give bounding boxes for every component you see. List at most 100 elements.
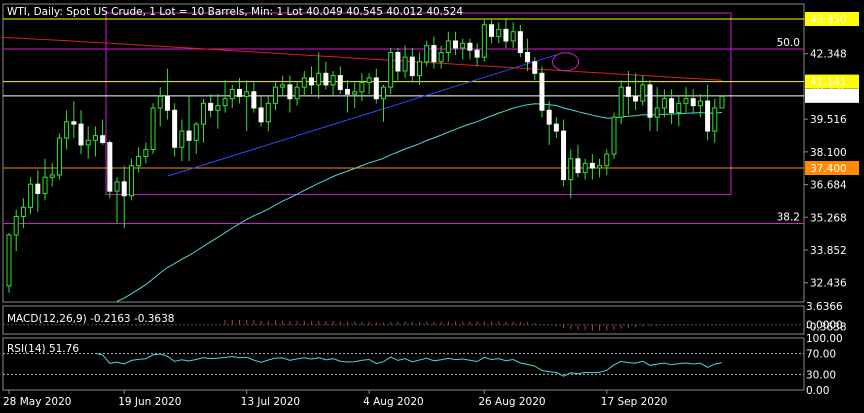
chart-window: 43.85042.34840.93239.51638.10036.68435.2… [0, 0, 864, 413]
candle [467, 38, 473, 60]
bear-candle-body [308, 77, 314, 86]
candle [6, 232, 12, 293]
candle [251, 82, 257, 113]
y-tick-label: 32.436 [810, 278, 847, 290]
candle [100, 119, 106, 145]
candle [445, 31, 451, 62]
candle [582, 158, 588, 180]
bear-candle-body [625, 86, 631, 97]
bull-candle-body [200, 102, 206, 125]
bull-candle-body [56, 137, 62, 176]
candle [503, 17, 509, 48]
bull-candle-body [640, 84, 646, 102]
bull-candle-body [352, 91, 358, 95]
bear-candle-body [525, 52, 531, 63]
candle [272, 82, 278, 111]
bull-candle-body [150, 107, 156, 151]
bull-candle-body [85, 139, 91, 146]
y-tick-label: 36.684 [810, 180, 847, 192]
bear-candle-body [208, 102, 214, 111]
bull-candle-body [114, 181, 120, 192]
bear-candle-body [589, 162, 595, 169]
candle [78, 110, 84, 155]
bull-candle-body [222, 98, 228, 107]
rsi-tick-label: 0.00 [806, 385, 829, 397]
x-tick-label: 26 Aug 2020 [478, 396, 545, 408]
candle [705, 84, 711, 141]
candle [604, 149, 610, 175]
candle [575, 144, 581, 178]
y-tick-label: 35.268 [810, 212, 847, 224]
x-tick-label: 17 Sep 2020 [601, 396, 668, 408]
candle [71, 101, 77, 138]
bull-candle-body [49, 174, 55, 178]
bull-candle-body [654, 107, 660, 118]
bear-candle-body [503, 28, 509, 42]
bear-candle-body [705, 100, 711, 132]
bear-candle-body [71, 121, 77, 125]
candle [308, 66, 314, 95]
candle [625, 70, 631, 115]
red-moving-average [2, 37, 723, 81]
bull-candle-body [128, 165, 134, 197]
bull-candle-body [481, 24, 487, 58]
candle [49, 163, 55, 187]
candle [114, 177, 120, 224]
candle [107, 140, 113, 199]
candle [431, 36, 437, 69]
bear-candle-body [395, 52, 401, 72]
candle [244, 80, 250, 132]
bear-candle-body [453, 40, 459, 49]
bull-candle-body [611, 116, 617, 155]
candle [453, 31, 459, 55]
candle [661, 89, 667, 118]
bear-candle-body [323, 72, 329, 86]
fibo-level-label: 38.2 [777, 211, 800, 223]
fibo-level-label: 50.0 [777, 37, 800, 49]
bull-candle-body [568, 158, 574, 181]
bull-candle-body [683, 98, 689, 104]
candle [316, 52, 322, 99]
bull-candle-body [330, 75, 336, 86]
candle [489, 20, 495, 44]
candle [697, 94, 703, 118]
x-tick-label: 4 Aug 2020 [363, 396, 424, 408]
candle [121, 165, 127, 229]
candle [532, 57, 538, 81]
candle [597, 158, 603, 178]
bear-candle-body [172, 109, 178, 148]
trendline [167, 54, 557, 177]
candle [258, 96, 264, 127]
candle [179, 119, 185, 162]
candle [92, 126, 98, 157]
x-tick-label: 28 May 2020 [3, 396, 71, 408]
rsi-tick-label: 30.00 [806, 369, 836, 381]
bear-candle-body [164, 95, 170, 111]
bull-candle-body [157, 95, 163, 109]
bear-candle-body [474, 49, 480, 58]
candle [229, 84, 235, 108]
bear-candle-body [121, 181, 127, 197]
bear-candle-body [100, 135, 106, 144]
bull-candle-body [719, 95, 725, 109]
candle [301, 70, 307, 97]
ellipse-annotation [552, 52, 580, 72]
bull-candle-body [582, 162, 588, 174]
bull-candle-body [136, 155, 142, 167]
candle [13, 209, 19, 252]
bear-candle-body [546, 109, 552, 125]
y-tick-label: 38.100 [810, 147, 847, 159]
candle [402, 45, 408, 78]
candle [222, 80, 228, 113]
macd-label: MACD(12,26,9) -0.2163 -0.3638 [7, 313, 174, 325]
candle [164, 68, 170, 120]
y-tick-label: 33.852 [810, 245, 847, 257]
candle [28, 177, 34, 215]
rsi-tick-label: 100.00 [806, 333, 843, 345]
price-level-label: 41.141 [810, 77, 847, 89]
candle [510, 22, 516, 48]
candle [366, 73, 372, 95]
candle [719, 95, 725, 109]
candle [128, 158, 134, 201]
bull-candle-body [229, 88, 235, 100]
